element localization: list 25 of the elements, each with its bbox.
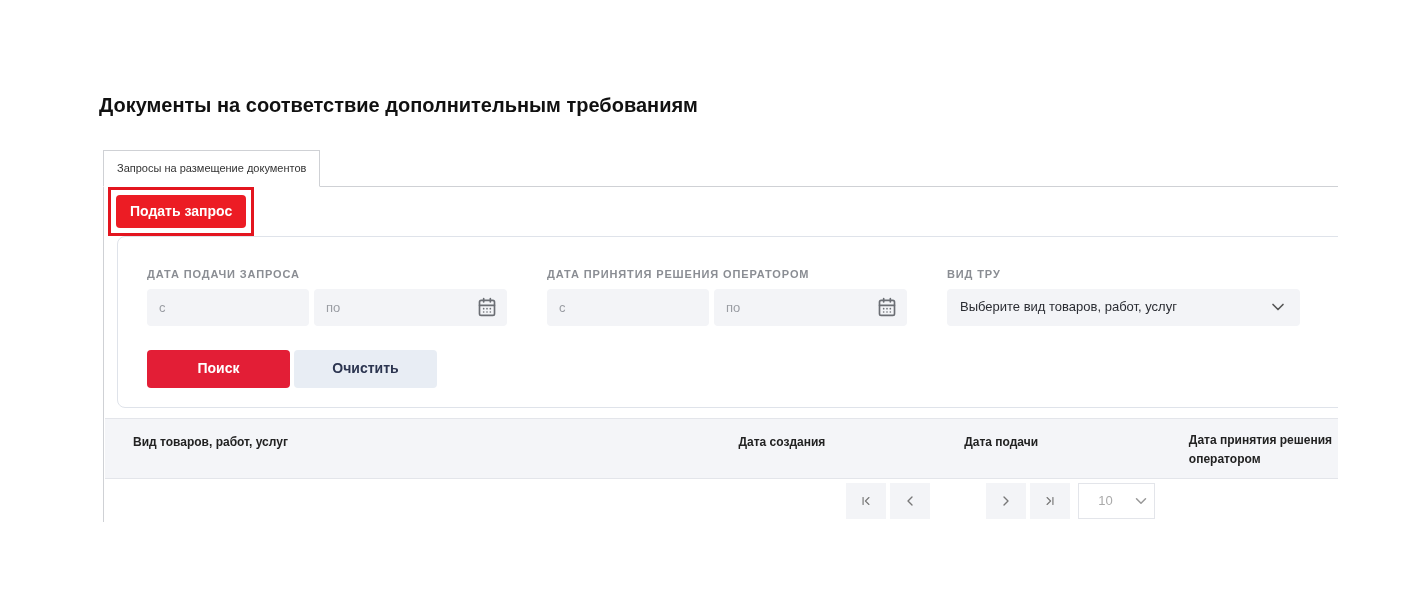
date-to-field[interactable]: по [714,288,907,326]
submit-request-button[interactable]: Подать запрос [116,195,247,228]
filter-label: ВИД ТРУ [947,267,1002,282]
search-button[interactable]: Поиск [147,349,290,388]
date-to-field[interactable]: по [314,288,507,326]
last-page-button[interactable] [1030,483,1070,519]
filter-label: ДАТА ПОДАЧИ ЗАПРОСА [147,267,301,282]
filter-label: ДАТА ПРИНЯТИЯ РЕШЕНИЯ ОПЕРАТОРОМ [547,267,811,282]
first-page-button[interactable] [846,483,886,519]
calendar-icon[interactable] [477,296,497,317]
column-header: Дата создания [738,434,827,451]
column-header: Дата принятия решения оператором [1188,432,1334,468]
column-header: Дата подачи [964,434,1040,451]
last-page-icon [1043,494,1057,508]
calendar-icon[interactable] [877,296,897,317]
date-from-field[interactable]: с [547,288,709,326]
select-field[interactable]: Выберите вид товаров, работ, услуг [947,288,1300,326]
tab[interactable]: Запросы на размещение документов [103,150,321,187]
column-header: Вид товаров, работ, услуг [133,434,289,451]
next-page-button[interactable] [986,483,1026,519]
date-from-field[interactable]: с [147,288,309,326]
clear-button[interactable]: Очистить [294,349,437,388]
first-page-icon [859,494,873,508]
page-title: Документы на соответствие дополнительным требованиям [99,93,699,118]
previous-page-button[interactable] [890,483,930,519]
